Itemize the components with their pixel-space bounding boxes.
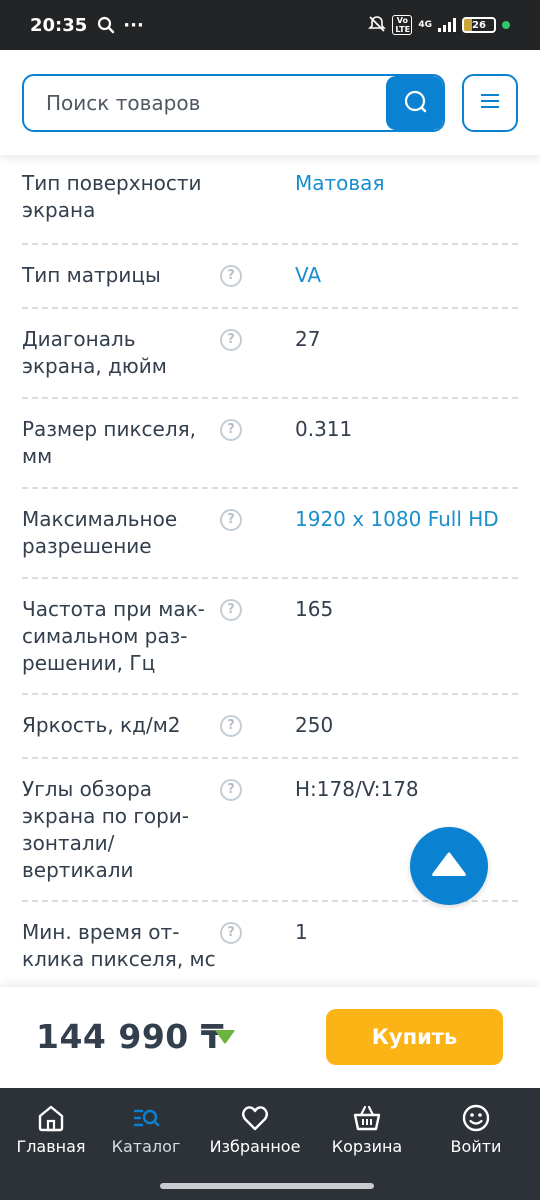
menu-button[interactable] (462, 74, 518, 132)
home-indicator[interactable] (160, 1183, 374, 1189)
spec-label: Мин. время от-клика пикселя, мс (22, 920, 216, 971)
help-icon[interactable]: ? (220, 922, 242, 944)
spec-label: Углы обзора экрана по гори-зонтали/ верт… (22, 777, 190, 882)
spec-label: Яркость, кд/м2 (22, 713, 181, 737)
price-down-icon (214, 1027, 236, 1049)
spec-label: Диагональ экрана, дюйм (22, 327, 167, 378)
status-more-icon: ··· (123, 14, 144, 36)
spec-row-response-time: Мин. время от-клика пикселя, мс ? 1 (22, 902, 518, 992)
buy-button[interactable]: Купить (326, 1009, 503, 1065)
help-icon[interactable]: ? (220, 599, 242, 621)
status-search-icon (97, 16, 115, 34)
nav-label: Избранное (209, 1137, 301, 1156)
home-icon (36, 1103, 66, 1133)
nav-label: Войти (450, 1137, 502, 1156)
cloud-up-icon (432, 852, 466, 880)
spec-label: Частота при мак-симальном раз-решении, Г… (22, 597, 205, 675)
spec-row-pixel-size: Размер пикселя, мм ? 0.311 (22, 399, 518, 489)
spec-row-diagonal: Диагональ экрана, дюйм ? 27 (22, 309, 518, 399)
search-input[interactable] (24, 76, 386, 130)
status-bar: 20:35 ··· Vo LTE 4G 26 (0, 0, 540, 50)
help-icon[interactable]: ? (220, 509, 242, 531)
product-price: 144 990 ₸ (36, 1017, 225, 1056)
spec-value-link[interactable]: VA (295, 262, 321, 289)
spec-value-link[interactable]: Матовая (295, 170, 384, 197)
spec-row-matrix: Тип матрицы ? VA (22, 245, 518, 309)
help-icon[interactable]: ? (220, 779, 242, 801)
spec-label: Максимальное разрешение (22, 507, 178, 558)
nav-item-favorites[interactable]: Избранное (205, 1088, 305, 1172)
help-icon[interactable]: ? (220, 265, 242, 287)
nav-label: Каталог (111, 1137, 181, 1156)
spec-value: 165 (295, 597, 334, 621)
spec-label: Тип поверхности экрана (22, 171, 202, 222)
smiley-icon (461, 1103, 491, 1133)
spec-row-brightness: Яркость, кд/м2 ? 250 (22, 695, 518, 759)
spec-value-link[interactable]: 1920 x 1080 Full HD (295, 506, 499, 533)
basket-icon (352, 1103, 382, 1133)
spec-row-resolution: Максимальное разрешение ? 1920 x 1080 Fu… (22, 489, 518, 579)
scroll-to-top-button[interactable] (410, 827, 488, 905)
heart-icon (240, 1103, 270, 1133)
nav-item-home[interactable]: Главная (10, 1088, 92, 1172)
help-icon[interactable]: ? (220, 715, 242, 737)
spec-value: 1 (295, 920, 308, 944)
spec-value: 250 (295, 713, 334, 737)
nav-label: Главная (16, 1137, 86, 1156)
network-type: 4G (418, 20, 432, 30)
spec-row-surface: Тип поверхности экрана Матовая (22, 155, 518, 245)
spec-label: Размер пикселя, мм (22, 417, 197, 468)
help-icon[interactable]: ? (220, 419, 242, 441)
spec-label: Тип матрицы (22, 263, 161, 287)
catalog-icon (131, 1103, 161, 1133)
spec-row-refresh-rate: Частота при мак-симальном раз-решении, Г… (22, 579, 518, 695)
battery-icon: 26 (462, 17, 496, 33)
nav-item-login[interactable]: Войти (440, 1088, 512, 1172)
battery-level: 26 (472, 19, 486, 31)
nav-item-cart[interactable]: Корзина (326, 1088, 408, 1172)
search-box (22, 74, 445, 132)
privacy-dot-icon (502, 21, 510, 29)
hamburger-icon (480, 93, 500, 113)
spec-value: 0.311 (295, 417, 353, 441)
mute-icon (368, 15, 387, 36)
spec-value: 27 (295, 327, 321, 351)
search-button[interactable] (386, 76, 443, 130)
volte-icon: Vo LTE (392, 15, 413, 35)
search-icon (402, 88, 428, 118)
nav-label: Корзина (331, 1137, 403, 1156)
status-time: 20:35 (30, 14, 88, 36)
status-indicators: Vo LTE 4G 26 (368, 15, 510, 36)
buy-bar: 144 990 ₸ Купить (0, 987, 540, 1088)
spec-value: H:178/V:178 (295, 777, 419, 801)
help-icon[interactable]: ? (220, 329, 242, 351)
nav-item-catalog[interactable]: Каталог (104, 1088, 188, 1172)
header (0, 50, 540, 155)
signal-icon (438, 18, 456, 32)
